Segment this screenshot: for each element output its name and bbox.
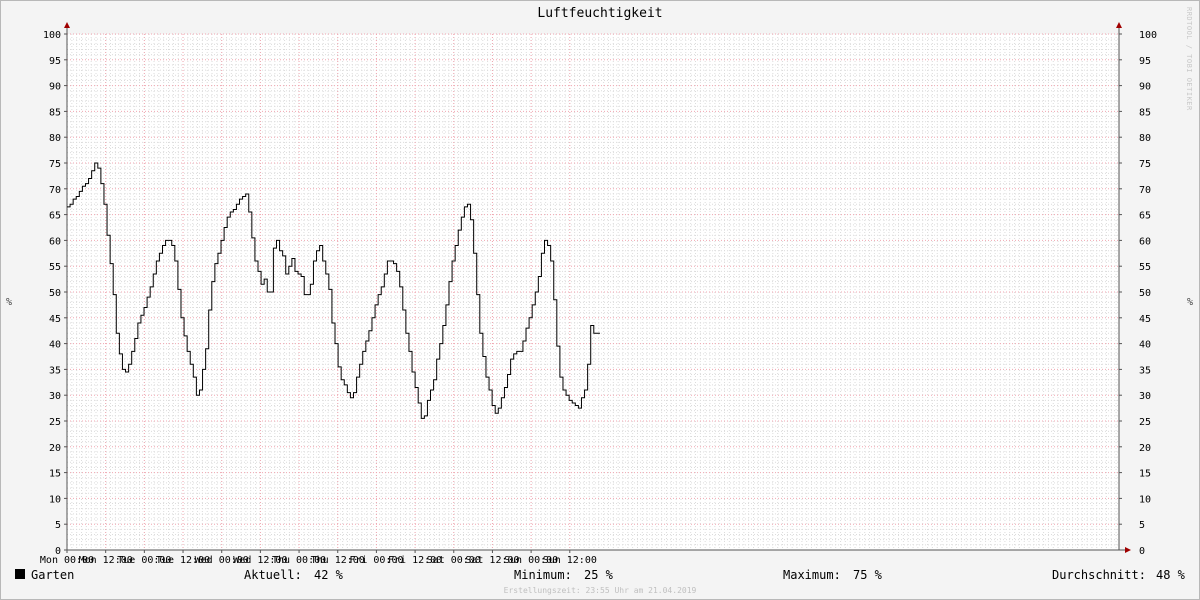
y-axis-arrow-right <box>1116 22 1122 28</box>
y-tick-label-right: 10 <box>1139 494 1151 505</box>
rrdtool-watermark: RRDTOOL / TOBI OETIKER <box>1185 7 1193 111</box>
y-tick-label-right: 85 <box>1139 107 1151 118</box>
y-tick-label-left: 40 <box>49 340 61 351</box>
y-tick-label-right: 50 <box>1139 288 1151 299</box>
y-tick-label-right: 95 <box>1139 56 1151 67</box>
y-tick-label-right: 20 <box>1139 443 1151 454</box>
chart-svg: 0 05 510 1015 1520 2025 2530 3035 3540 4045 4550 50… <box>40 22 1157 566</box>
y-tick-label-right: 30 <box>1139 391 1151 402</box>
y-tick-label-left: 35 <box>49 365 61 376</box>
y-tick-label-right: 75 <box>1139 159 1151 170</box>
y-tick-label-left: 15 <box>49 469 61 480</box>
y-tick-label-left: 10 <box>49 494 61 505</box>
legend-current-value: 42 % <box>314 568 343 582</box>
y-axis-label-right: % <box>1187 297 1194 308</box>
y-tick-label-right: 0 <box>1139 546 1145 557</box>
legend-avg-label: Durchschnitt: <box>1052 568 1146 582</box>
y-tick-label-left: 5 <box>55 520 61 531</box>
y-tick-label-left: 75 <box>49 159 61 170</box>
legend-min-label: Minimum: <box>514 568 572 582</box>
y-tick-label-right: 90 <box>1139 82 1151 93</box>
chart-title: Luftfeuchtigkeit <box>537 6 663 21</box>
y-tick-label-left: 90 <box>49 82 61 93</box>
y-axis-arrow-left <box>64 22 70 28</box>
y-tick-label-right: 65 <box>1139 211 1151 222</box>
y-tick-label-right: 60 <box>1139 236 1151 247</box>
x-axis-arrow <box>1125 547 1131 553</box>
y-tick-label-right: 35 <box>1139 365 1151 376</box>
y-tick-label-right: 45 <box>1139 314 1151 325</box>
legend-avg-value: 48 % <box>1156 568 1185 582</box>
y-tick-label-right: 40 <box>1139 340 1151 351</box>
y-tick-label-left: 100 <box>43 30 61 41</box>
y-tick-label-left: 20 <box>49 443 61 454</box>
y-tick-label-right: 5 <box>1139 520 1145 531</box>
legend-min-value: 25 % <box>584 568 613 582</box>
y-tick-label-left: 95 <box>49 56 61 67</box>
legend: Garten Aktuell: 42 % Minimum: 25 % Maxim… <box>1 567 1199 585</box>
y-tick-label-left: 60 <box>49 236 61 247</box>
y-axis-label-left: % <box>6 297 13 308</box>
y-tick-label-right: 25 <box>1139 417 1151 428</box>
y-tick-label-right: 15 <box>1139 469 1151 480</box>
y-tick-label-right: 70 <box>1139 185 1151 196</box>
y-tick-label-left: 50 <box>49 288 61 299</box>
y-tick-label-right: 55 <box>1139 262 1151 273</box>
legend-max-label: Maximum: <box>783 568 841 582</box>
y-tick-label-left: 70 <box>49 185 61 196</box>
legend-current-label: Aktuell: <box>244 568 302 582</box>
legend-series-label: Garten <box>31 568 75 582</box>
chart-frame: 0 0 5 5 10 10 15 15 20 20 25 25 30 30 35 35 40 40 45 45 50 50… <box>0 0 1200 600</box>
y-tick-label-left: 25 <box>49 417 61 428</box>
x-tick-label: Sun 12:00 <box>543 555 597 566</box>
y-tick-label-left: 30 <box>49 391 61 402</box>
y-tick-label-left: 65 <box>49 211 61 222</box>
legend-swatch <box>15 569 25 579</box>
y-tick-label-right: 100 <box>1139 30 1157 41</box>
y-tick-label-left: 55 <box>49 262 61 273</box>
legend-max-value: 75 % <box>853 568 882 582</box>
y-tick-label-right: 80 <box>1139 133 1151 144</box>
y-tick-label-left: 85 <box>49 107 61 118</box>
y-tick-label-left: 45 <box>49 314 61 325</box>
creation-timestamp: Erstellungszeit: 23:55 Uhr am 21.04.2019 <box>503 586 697 595</box>
y-tick-label-left: 80 <box>49 133 61 144</box>
